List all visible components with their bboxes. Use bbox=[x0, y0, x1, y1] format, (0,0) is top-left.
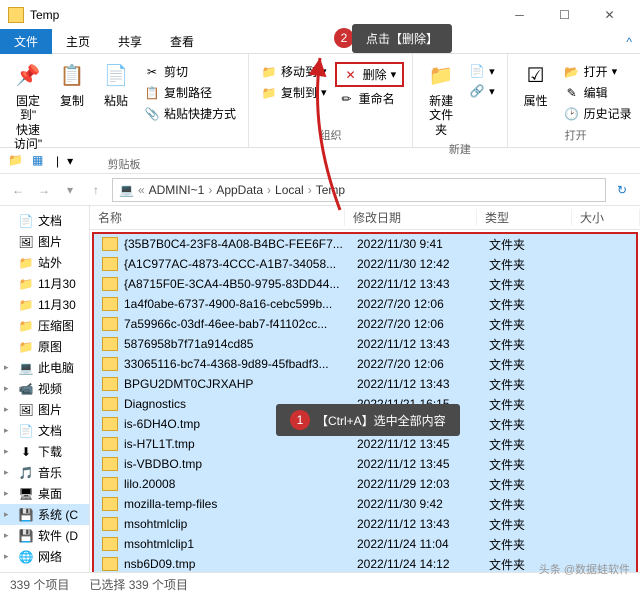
column-headers[interactable]: 名称 修改日期 类型 大小 bbox=[90, 206, 640, 230]
easyaccess-button[interactable]: 🔗▾ bbox=[465, 82, 499, 100]
properties-icon: ☑ bbox=[520, 60, 552, 92]
tree-item[interactable]: 📄文档 bbox=[0, 210, 89, 231]
link-icon: 🔗 bbox=[469, 83, 485, 99]
window-title: Temp bbox=[30, 8, 497, 22]
file-row[interactable]: 1a4f0abe-6737-4900-8a16-cebc599b...2022/… bbox=[94, 294, 636, 314]
tab-home[interactable]: 主页 bbox=[52, 29, 104, 54]
file-row[interactable]: {A8715F0E-3CA4-4B50-9795-83DD44...2022/1… bbox=[94, 274, 636, 294]
tree-item[interactable]: ▸📄文档 bbox=[0, 420, 89, 441]
group-new: 新建 bbox=[449, 139, 471, 159]
file-row[interactable]: 33065116-bc74-4368-9d89-45fbadf3...2022/… bbox=[94, 354, 636, 374]
pc-icon: 💻 bbox=[119, 183, 134, 197]
tree-item[interactable]: ▸⬇下载 bbox=[0, 441, 89, 462]
folder-icon bbox=[8, 7, 24, 23]
file-row[interactable]: is-H7L1T.tmp2022/11/12 13:45文件夹 bbox=[94, 434, 636, 454]
file-row[interactable]: lilo.200082022/11/29 12:03文件夹 bbox=[94, 474, 636, 494]
file-row[interactable]: 7a59966c-03df-46ee-bab7-f41102cc...2022/… bbox=[94, 314, 636, 334]
shortcut-icon: 📎 bbox=[144, 106, 160, 122]
newitem-button[interactable]: 📄▾ bbox=[465, 62, 499, 80]
up-button[interactable]: ↑ bbox=[84, 178, 108, 202]
group-clipboard: 剪贴板 bbox=[108, 154, 141, 174]
forward-button[interactable]: → bbox=[32, 178, 56, 202]
view-icon[interactable]: ▦ bbox=[32, 153, 48, 169]
file-list[interactable]: {35B7B0C4-23F8-4A08-B4BC-FEE6F7...2022/1… bbox=[92, 232, 638, 572]
callout-selectall: 1【Ctrl+A】选中全部内容 bbox=[276, 404, 460, 436]
watermark: 头条 @数据蛙软件 bbox=[539, 561, 630, 577]
close-button[interactable]: ✕ bbox=[587, 1, 632, 29]
tab-file[interactable]: 文件 bbox=[0, 29, 52, 54]
group-open: 打开 bbox=[565, 125, 587, 145]
refresh-button[interactable]: ↻ bbox=[610, 183, 634, 197]
file-row[interactable]: BPGU2DMT0CJRXAHP2022/11/12 13:43文件夹 bbox=[94, 374, 636, 394]
newitem-icon: 📄 bbox=[469, 63, 485, 79]
tree-item[interactable]: 📁站外 bbox=[0, 252, 89, 273]
status-selected: 已选择 339 个项目 bbox=[89, 576, 188, 593]
folder-icon: 📁 bbox=[8, 153, 24, 169]
tree-item[interactable]: ▸🖼图片 bbox=[0, 399, 89, 420]
file-row[interactable]: is-VBDBO.tmp2022/11/12 13:45文件夹 bbox=[94, 454, 636, 474]
newfolder-button[interactable]: 📁新建 文件夹 bbox=[421, 58, 461, 139]
tab-view[interactable]: 查看 bbox=[156, 29, 208, 54]
copypath-button[interactable]: 📋复制路径 bbox=[140, 83, 240, 102]
pin-button[interactable]: 📌固定到" 快速访问" bbox=[8, 58, 48, 154]
tree-item[interactable]: ▸🎵音乐 bbox=[0, 462, 89, 483]
pin-icon: 📌 bbox=[12, 60, 44, 92]
paste-button[interactable]: 📄粘贴 bbox=[96, 58, 136, 110]
file-row[interactable]: {A1C977AC-4873-4CCC-A1B7-34058...2022/11… bbox=[94, 254, 636, 274]
copyto-icon: 📁 bbox=[261, 85, 277, 101]
qat-sep: | bbox=[56, 154, 59, 168]
cut-button[interactable]: ✂剪切 bbox=[140, 62, 240, 81]
tree-item[interactable]: ▸💾系统 (C bbox=[0, 504, 89, 525]
file-row[interactable]: msohtmlclip2022/11/12 13:43文件夹 bbox=[94, 514, 636, 534]
file-row[interactable]: msohtmlclip12022/11/24 11:04文件夹 bbox=[94, 534, 636, 554]
file-row[interactable]: mozilla-temp-files2022/11/30 9:42文件夹 bbox=[94, 494, 636, 514]
maximize-button[interactable]: ☐ bbox=[542, 1, 587, 29]
recent-button[interactable]: ▾ bbox=[58, 178, 82, 202]
back-button[interactable]: ← bbox=[6, 178, 30, 202]
tree-item[interactable]: 📁11月30 bbox=[0, 273, 89, 294]
qat-dropdown[interactable]: ▾ bbox=[67, 154, 73, 168]
nav-tree[interactable]: 📄文档🖼图片📁站外📁11月30📁11月30📁压缩图📁原图▸💻此电脑▸📹视频▸🖼图… bbox=[0, 206, 90, 572]
copy-icon: 📋 bbox=[56, 60, 88, 92]
open-button[interactable]: 📂打开 ▾ bbox=[560, 62, 636, 81]
callout-delete: 点击【删除】 bbox=[352, 24, 452, 53]
paste-icon: 📄 bbox=[100, 60, 132, 92]
tree-item[interactable]: ▸🖥桌面 bbox=[0, 483, 89, 504]
tree-item[interactable]: ▸📹视频 bbox=[0, 378, 89, 399]
badge-2: 2 bbox=[334, 28, 354, 48]
pasteshortcut-button[interactable]: 📎粘贴快捷方式 bbox=[140, 104, 240, 123]
open-icon: 📂 bbox=[564, 64, 580, 80]
edit-icon: ✎ bbox=[564, 85, 580, 101]
file-pane: 名称 修改日期 类型 大小 {35B7B0C4-23F8-4A08-B4BC-F… bbox=[90, 206, 640, 572]
col-type[interactable]: 类型 bbox=[477, 209, 572, 226]
tab-share[interactable]: 共享 bbox=[104, 29, 156, 54]
arrow-annotation bbox=[300, 50, 360, 220]
history-icon: 🕑 bbox=[564, 106, 580, 122]
tree-item[interactable]: ▸🌐网络 bbox=[0, 546, 89, 567]
status-items: 339 个项目 bbox=[10, 576, 69, 593]
tree-item[interactable]: ▸💻此电脑 bbox=[0, 357, 89, 378]
tree-item[interactable]: 📁压缩图 bbox=[0, 315, 89, 336]
moveto-icon: 📁 bbox=[261, 64, 277, 80]
minimize-button[interactable]: ─ bbox=[497, 1, 542, 29]
tree-item[interactable]: ▸💾软件 (D bbox=[0, 525, 89, 546]
col-date[interactable]: 修改日期 bbox=[345, 209, 477, 226]
tree-item[interactable]: 🖼图片 bbox=[0, 231, 89, 252]
ribbon-toggle[interactable]: ^ bbox=[618, 35, 640, 49]
properties-button[interactable]: ☑属性 bbox=[516, 58, 556, 110]
scissors-icon: ✂ bbox=[144, 64, 160, 80]
tree-item[interactable]: 📁11月30 bbox=[0, 294, 89, 315]
titlebar: Temp ─ ☐ ✕ bbox=[0, 0, 640, 30]
tree-item[interactable]: 📁原图 bbox=[0, 336, 89, 357]
edit-button[interactable]: ✎编辑 bbox=[560, 83, 636, 102]
col-size[interactable]: 大小 bbox=[572, 209, 640, 226]
file-row[interactable]: 5876958b7f71a914cd852022/11/12 13:43文件夹 bbox=[94, 334, 636, 354]
history-button[interactable]: 🕑历史记录 bbox=[560, 104, 636, 123]
path-icon: 📋 bbox=[144, 85, 160, 101]
copy-button[interactable]: 📋复制 bbox=[52, 58, 92, 110]
file-row[interactable]: {35B7B0C4-23F8-4A08-B4BC-FEE6F7...2022/1… bbox=[94, 234, 636, 254]
newfolder-icon: 📁 bbox=[425, 60, 457, 92]
